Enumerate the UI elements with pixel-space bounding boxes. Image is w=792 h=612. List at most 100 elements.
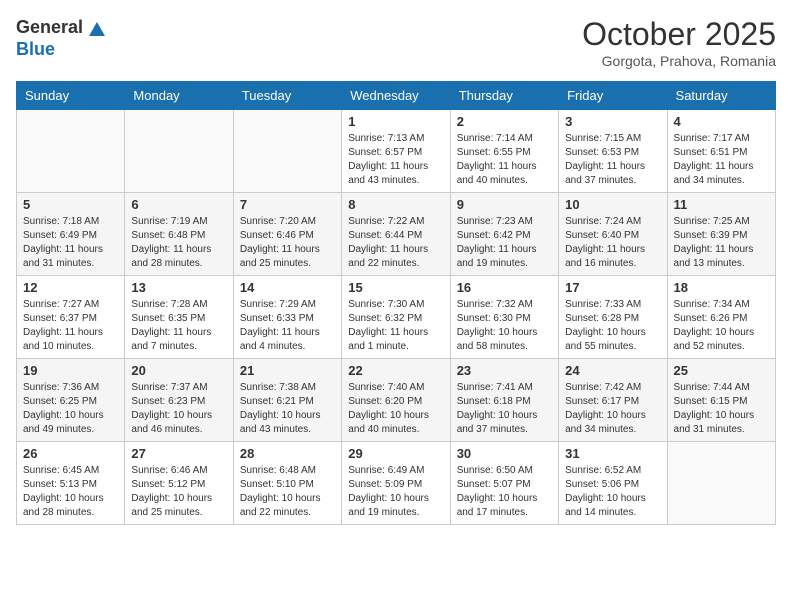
page-header: General Blue October 2025 Gorgota, Praho… <box>16 16 776 69</box>
day-info: Sunrise: 7:24 AMSunset: 6:40 PMDaylight:… <box>565 215 660 271</box>
calendar-day-29: 29Sunrise: 6:49 AMSunset: 5:09 PMDayligh… <box>342 442 450 525</box>
day-number: 18 <box>674 280 769 295</box>
day-number: 8 <box>348 197 443 212</box>
day-info: Sunrise: 7:38 AMSunset: 6:21 PMDaylight:… <box>240 381 335 437</box>
day-number: 11 <box>674 197 769 212</box>
logo-blue-text: Blue <box>16 40 109 60</box>
day-info: Sunrise: 6:46 AMSunset: 5:12 PMDaylight:… <box>131 464 226 520</box>
day-info: Sunrise: 7:15 AMSunset: 6:53 PMDaylight:… <box>565 132 660 188</box>
day-info: Sunrise: 6:52 AMSunset: 5:06 PMDaylight:… <box>565 464 660 520</box>
day-number: 13 <box>131 280 226 295</box>
day-number: 14 <box>240 280 335 295</box>
calendar-day-30: 30 Sunrise: 6:50 AMSunset: 5:07 PMDayligh… <box>450 442 558 525</box>
calendar-week-row: 1 Sunrise: 7:13 AMSunset: 6:57 PMDaylight… <box>17 110 776 193</box>
weekday-header-thursday: Thursday <box>450 82 558 110</box>
day-info: Sunrise: 7:23 AMSunset: 6:42 PMDaylight:… <box>457 215 552 271</box>
day-number: 9 <box>457 197 552 212</box>
calendar-day-2: 2Sunrise: 7:14 AMSunset: 6:55 PMDaylight… <box>450 110 558 193</box>
day-info: Sunrise: 7:42 AMSunset: 6:17 PMDaylight:… <box>565 381 660 437</box>
calendar-day-16: 16 Sunrise: 7:32 AMSunset: 6:30 PMDayligh… <box>450 276 558 359</box>
calendar-day-13: 13 Sunrise: 7:28 AMSunset: 6:35 PMDayligh… <box>125 276 233 359</box>
day-number: 2 <box>457 114 552 129</box>
location-text: Gorgota, Prahova, Romania <box>582 53 776 69</box>
calendar-day-3: 3 Sunrise: 7:15 AMSunset: 6:53 PMDaylight… <box>559 110 667 193</box>
day-number: 19 <box>23 363 118 378</box>
calendar-day-11: 11 Sunrise: 7:25 AMSunset: 6:39 PMDayligh… <box>667 193 775 276</box>
calendar-day-20: 20Sunrise: 7:37 AMSunset: 6:23 PMDayligh… <box>125 359 233 442</box>
day-info: Sunrise: 6:48 AMSunset: 5:10 PMDaylight:… <box>240 464 335 520</box>
day-info: Sunrise: 7:13 AMSunset: 6:57 PMDaylight:… <box>348 132 443 188</box>
calendar-empty-cell <box>17 110 125 193</box>
day-info: Sunrise: 7:29 AMSunset: 6:33 PMDaylight:… <box>240 298 335 354</box>
calendar-day-28: 28 Sunrise: 6:48 AMSunset: 5:10 PMDayligh… <box>233 442 341 525</box>
day-number: 21 <box>240 363 335 378</box>
logo-general-text: General <box>16 18 83 38</box>
day-number: 24 <box>565 363 660 378</box>
day-number: 3 <box>565 114 660 129</box>
day-info: Sunrise: 7:41 AMSunset: 6:18 PMDaylight:… <box>457 381 552 437</box>
weekday-header-friday: Friday <box>559 82 667 110</box>
calendar-day-25: 25 Sunrise: 7:44 AMSunset: 6:15 PMDayligh… <box>667 359 775 442</box>
day-info: Sunrise: 7:44 AMSunset: 6:15 PMDaylight:… <box>674 381 769 437</box>
calendar-day-14: 14 Sunrise: 7:29 AMSunset: 6:33 PMDayligh… <box>233 276 341 359</box>
day-number: 7 <box>240 197 335 212</box>
day-info: Sunrise: 7:36 AMSunset: 6:25 PMDaylight:… <box>23 381 118 437</box>
day-number: 28 <box>240 446 335 461</box>
day-info: Sunrise: 7:20 AMSunset: 6:46 PMDaylight:… <box>240 215 335 271</box>
calendar-day-18: 18 Sunrise: 7:34 AMSunset: 6:26 PMDayligh… <box>667 276 775 359</box>
day-number: 27 <box>131 446 226 461</box>
day-info: Sunrise: 7:32 AMSunset: 6:30 PMDaylight:… <box>457 298 552 354</box>
calendar-day-15: 15 Sunrise: 7:30 AMSunset: 6:32 PMDayligh… <box>342 276 450 359</box>
day-info: Sunrise: 6:50 AMSunset: 5:07 PMDaylight:… <box>457 464 552 520</box>
calendar-week-row: 26Sunrise: 6:45 AMSunset: 5:13 PMDayligh… <box>17 442 776 525</box>
calendar-day-17: 17Sunrise: 7:33 AMSunset: 6:28 PMDayligh… <box>559 276 667 359</box>
day-info: Sunrise: 7:40 AMSunset: 6:20 PMDaylight:… <box>348 381 443 437</box>
day-number: 15 <box>348 280 443 295</box>
logo: General Blue <box>16 16 109 60</box>
day-info: Sunrise: 7:34 AMSunset: 6:26 PMDaylight:… <box>674 298 769 354</box>
day-number: 31 <box>565 446 660 461</box>
calendar-day-1: 1 Sunrise: 7:13 AMSunset: 6:57 PMDaylight… <box>342 110 450 193</box>
calendar-day-12: 12 Sunrise: 7:27 AMSunset: 6:37 PMDayligh… <box>17 276 125 359</box>
day-info: Sunrise: 7:28 AMSunset: 6:35 PMDaylight:… <box>131 298 226 354</box>
calendar-week-row: 5 Sunrise: 7:18 AMSunset: 6:49 PMDaylight… <box>17 193 776 276</box>
day-number: 16 <box>457 280 552 295</box>
day-number: 26 <box>23 446 118 461</box>
calendar-day-19: 19 Sunrise: 7:36 AMSunset: 6:25 PMDayligh… <box>17 359 125 442</box>
day-info: Sunrise: 6:49 AMSunset: 5:09 PMDaylight:… <box>348 464 443 520</box>
day-number: 1 <box>348 114 443 129</box>
day-number: 23 <box>457 363 552 378</box>
calendar-table: SundayMondayTuesdayWednesdayThursdayFrid… <box>16 81 776 525</box>
calendar-day-23: 23 Sunrise: 7:41 AMSunset: 6:18 PMDayligh… <box>450 359 558 442</box>
day-info: Sunrise: 7:30 AMSunset: 6:32 PMDaylight:… <box>348 298 443 354</box>
day-number: 10 <box>565 197 660 212</box>
day-number: 25 <box>674 363 769 378</box>
day-info: Sunrise: 7:27 AMSunset: 6:37 PMDaylight:… <box>23 298 118 354</box>
day-info: Sunrise: 7:25 AMSunset: 6:39 PMDaylight:… <box>674 215 769 271</box>
weekday-header-saturday: Saturday <box>667 82 775 110</box>
day-number: 30 <box>457 446 552 461</box>
day-number: 22 <box>348 363 443 378</box>
weekday-header-tuesday: Tuesday <box>233 82 341 110</box>
calendar-day-7: 7 Sunrise: 7:20 AMSunset: 6:46 PMDaylight… <box>233 193 341 276</box>
calendar-day-26: 26Sunrise: 6:45 AMSunset: 5:13 PMDayligh… <box>17 442 125 525</box>
day-info: Sunrise: 7:18 AMSunset: 6:49 PMDaylight:… <box>23 215 118 271</box>
calendar-day-8: 8 Sunrise: 7:22 AMSunset: 6:44 PMDaylight… <box>342 193 450 276</box>
calendar-day-4: 4Sunrise: 7:17 AMSunset: 6:51 PMDaylight… <box>667 110 775 193</box>
title-section: October 2025 Gorgota, Prahova, Romania <box>582 16 776 69</box>
logo-triangle-icon <box>85 16 109 40</box>
calendar-day-31: 31 Sunrise: 6:52 AMSunset: 5:06 PMDayligh… <box>559 442 667 525</box>
calendar-day-21: 21 Sunrise: 7:38 AMSunset: 6:21 PMDayligh… <box>233 359 341 442</box>
calendar-day-24: 24 Sunrise: 7:42 AMSunset: 6:17 PMDayligh… <box>559 359 667 442</box>
calendar-day-6: 6Sunrise: 7:19 AMSunset: 6:48 PMDaylight… <box>125 193 233 276</box>
day-info: Sunrise: 7:19 AMSunset: 6:48 PMDaylight:… <box>131 215 226 271</box>
weekday-header-wednesday: Wednesday <box>342 82 450 110</box>
day-info: Sunrise: 7:22 AMSunset: 6:44 PMDaylight:… <box>348 215 443 271</box>
calendar-empty-cell <box>125 110 233 193</box>
day-info: Sunrise: 7:17 AMSunset: 6:51 PMDaylight:… <box>674 132 769 188</box>
day-number: 17 <box>565 280 660 295</box>
calendar-day-5: 5 Sunrise: 7:18 AMSunset: 6:49 PMDaylight… <box>17 193 125 276</box>
calendar-empty-cell <box>233 110 341 193</box>
day-number: 5 <box>23 197 118 212</box>
day-number: 12 <box>23 280 118 295</box>
